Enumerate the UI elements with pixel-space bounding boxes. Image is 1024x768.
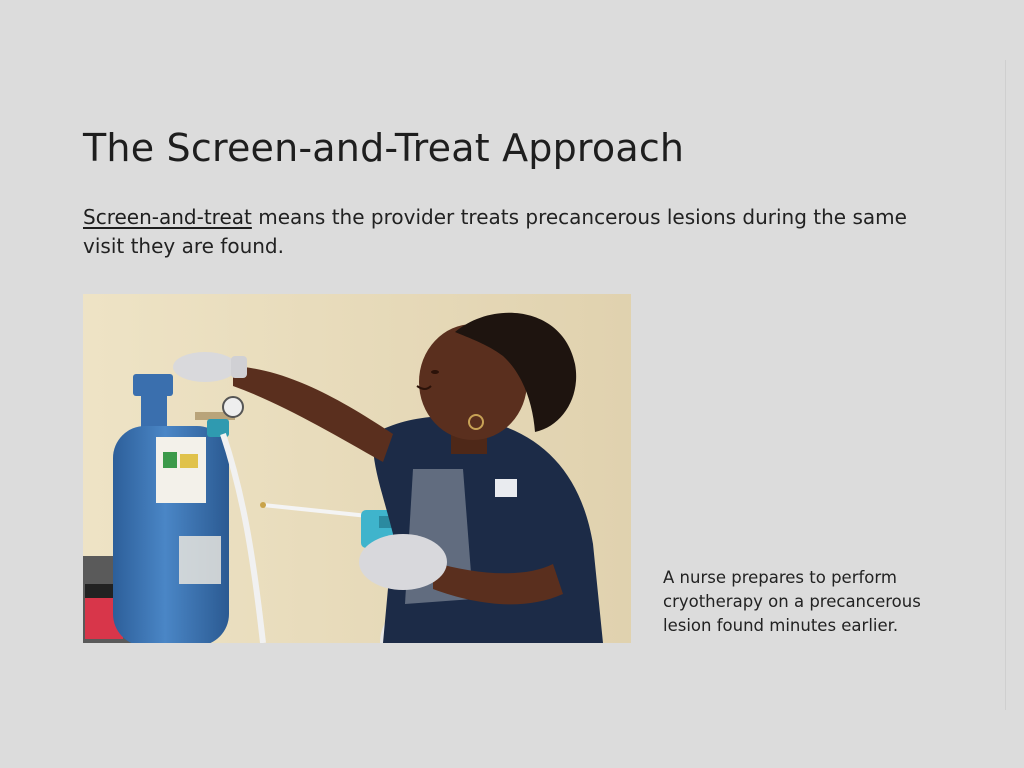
screen-and-treat-term: Screen-and-treat: [83, 205, 252, 229]
intro-paragraph: Screen-and-treat means the provider trea…: [83, 203, 943, 261]
slide-title: The Screen-and-Treat Approach: [83, 126, 685, 170]
nurse-cryotherapy-photo: [83, 294, 631, 643]
slide: The Screen-and-Treat Approach Screen-and…: [0, 0, 1024, 768]
photo-caption: A nurse prepares to perform cryotherapy …: [663, 568, 921, 635]
slide-edge-divider: [1005, 60, 1006, 710]
